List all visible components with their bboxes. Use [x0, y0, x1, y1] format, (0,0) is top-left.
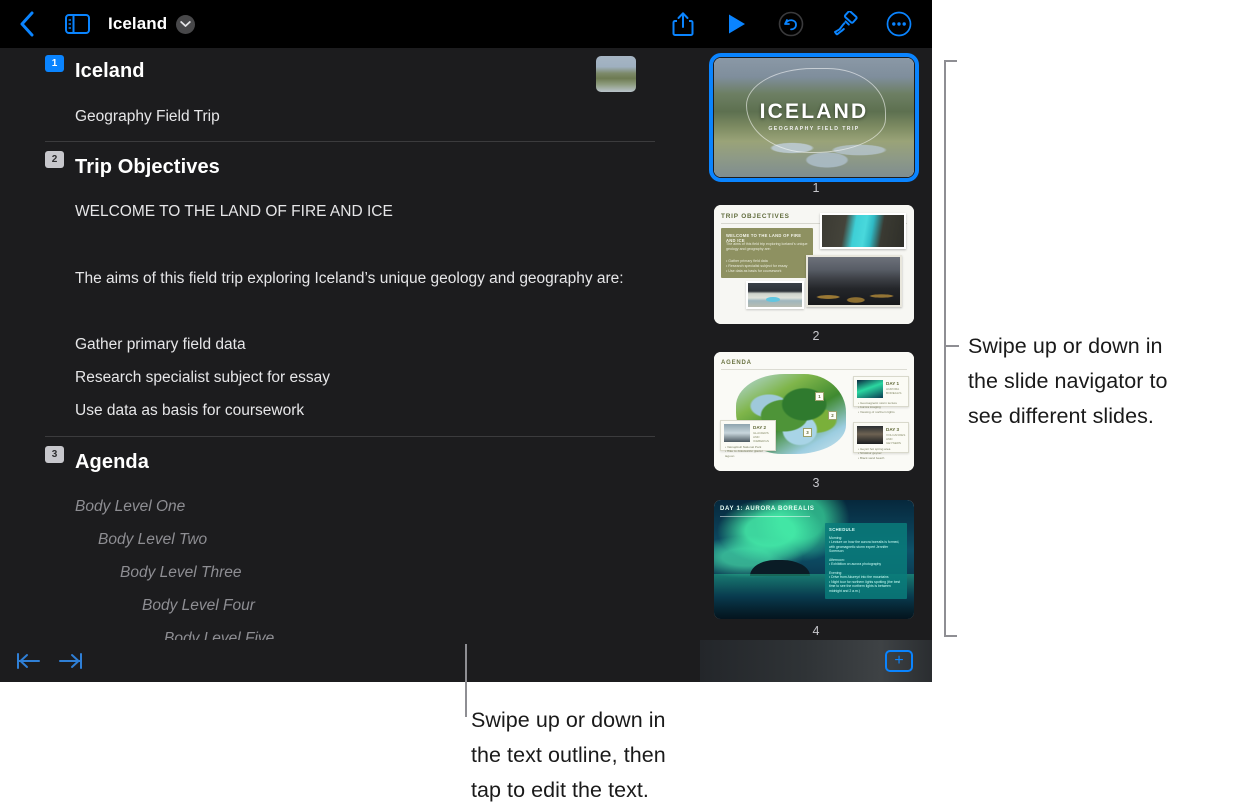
outline-body-2-0[interactable]: WELCOME TO THE LAND OF FIRE AND ICE	[75, 203, 393, 221]
slide-4-title: DAY 1: AURORA BOREALIS	[720, 506, 815, 512]
navigator-callout-text: Swipe up or down in the slide navigator …	[968, 334, 1168, 428]
outline-placeholder-2[interactable]: Body Level Two	[98, 531, 207, 549]
card-image-2	[724, 424, 750, 442]
undo-icon[interactable]	[772, 5, 810, 43]
navigator-number-4: 4	[812, 624, 820, 638]
map-pin-2: 2	[828, 411, 837, 420]
slide-2-text-block: WELCOME TO THE LAND OF FIRE AND ICE The …	[721, 228, 813, 278]
outline-body-2-3[interactable]: Research specialist subject for essay	[75, 369, 330, 387]
outline-slide-title-1[interactable]: Iceland	[75, 60, 145, 83]
outdent-icon[interactable]	[14, 648, 44, 674]
navigator-slide-3[interactable]: AGENDA 1 2 3 DAY 1 AURORA BOREALIS • Geo…	[714, 352, 914, 471]
add-slide-button[interactable]: +	[885, 650, 913, 672]
outline-callout-leader-line	[465, 644, 467, 717]
toolbar-right-group	[664, 0, 918, 48]
bracket-tick-bottom	[944, 635, 957, 637]
navigator-slide-4[interactable]: DAY 1: AURORA BOREALIS SCHEDULE Morning:…	[714, 500, 914, 619]
navigator-number-3: 3	[812, 476, 820, 490]
gold-grass	[808, 284, 900, 305]
paintbrush-icon[interactable]	[826, 5, 864, 43]
slide-1-artwork: ICELAND GEOGRAPHY FIELD TRIP	[714, 58, 914, 177]
slide-2-photo-lagoon	[820, 213, 906, 249]
slide-4-rule	[720, 516, 810, 517]
card-list-1: • Geomagnetic storm lecture • Aurora ima…	[858, 401, 898, 414]
outline-slide-badge-3[interactable]: 3	[45, 446, 64, 463]
navigator-number-2: 2	[812, 329, 820, 343]
slide-3-title: AGENDA	[721, 360, 752, 366]
schedule-morning: Morning: • Lecture on how the aurora bor…	[829, 536, 900, 554]
slide-3-artwork: AGENDA 1 2 3 DAY 1 AURORA BOREALIS • Geo…	[714, 352, 914, 471]
outline-callout-text: Swipe up or down in the text outline, th…	[471, 708, 666, 802]
text-outline-pane[interactable]: 1 Iceland Geography Field Trip 2 Trip Ob…	[0, 48, 700, 640]
slide-2-photo-geothermal	[746, 281, 804, 309]
card-day-2: DAY 2	[753, 425, 767, 430]
navigator-callout-bracket	[944, 60, 959, 637]
slide-2-photo-mountain	[806, 255, 902, 307]
outline-divider-1	[45, 141, 655, 142]
slide-2-block-list: • Gather primary field data • Research s…	[726, 259, 788, 274]
schedule-evening: Evening: • Drive from Akureyri into the …	[829, 571, 901, 593]
more-ellipsis-icon[interactable]	[880, 5, 918, 43]
card-list-3: • Geysir hot spring area • Strokkur geys…	[858, 447, 891, 460]
slide-4-schedule-box: SCHEDULE Morning: • Lecture on how the a…	[825, 523, 907, 599]
share-icon[interactable]	[664, 5, 702, 43]
sidebar-icon[interactable]	[58, 5, 96, 43]
keynote-app-window: Iceland 1 Iceland Geography Field Trip 2…	[0, 0, 932, 682]
slide-2-artwork: TRIP OBJECTIVES WELCOME TO THE LAND OF F…	[714, 205, 914, 324]
navigator-slide-2[interactable]: TRIP OBJECTIVES WELCOME TO THE LAND OF F…	[714, 205, 914, 324]
slide-2-title: TRIP OBJECTIVES	[721, 213, 790, 220]
map-pin-3: 3	[803, 428, 812, 437]
indent-icon[interactable]	[55, 648, 85, 674]
bracket-tick-top	[944, 60, 957, 62]
chevron-down-icon[interactable]	[176, 14, 196, 34]
card-day-3: DAY 3	[886, 427, 900, 432]
outline-slide-title-2[interactable]: Trip Objectives	[75, 156, 220, 179]
slide-3-rule	[721, 369, 907, 370]
navigator-slide-1[interactable]: ICELAND GEOGRAPHY FIELD TRIP	[709, 53, 919, 182]
outline-body-2-2[interactable]: Gather primary field data	[75, 336, 246, 354]
navigator-number-1: 1	[812, 181, 820, 195]
slide-3-card-day3: DAY 3 VOLCANOES AND GEYSERS • Geysir hot…	[853, 422, 909, 460]
back-chevron-icon[interactable]	[8, 5, 46, 43]
outline-body-1-0[interactable]: Geography Field Trip	[75, 108, 220, 126]
outline-placeholder-5[interactable]: Body Level Five	[164, 630, 274, 640]
outline-slide-badge-2[interactable]: 2	[45, 151, 64, 168]
card-sub-3: VOLCANOES AND GEYSERS	[886, 433, 906, 445]
bracket-tick-middle	[946, 345, 959, 347]
slide-navigator[interactable]: ICELAND GEOGRAPHY FIELD TRIP 1 TRIP OBJE…	[700, 48, 932, 640]
card-image-1	[857, 380, 883, 398]
outline-slide-thumbnail-1	[596, 56, 636, 92]
slide-3-card-day2: DAY 2 GLACIERS AND ICEBERGS • Vatnajökul…	[720, 420, 776, 458]
card-list-2: • Vatnajökull National Park • Hike to Jö…	[725, 445, 764, 458]
outline-slide-title-3[interactable]: Agenda	[75, 451, 149, 474]
bracket-vertical-line	[944, 60, 946, 637]
outline-placeholder-3[interactable]: Body Level Three	[120, 564, 242, 582]
slide-3-card-day1: DAY 1 AURORA BOREALIS • Geomagnetic stor…	[853, 376, 909, 414]
slide-4-artwork: DAY 1: AURORA BOREALIS SCHEDULE Morning:…	[714, 500, 914, 619]
card-image-3	[857, 426, 883, 444]
toolbar-left-group: Iceland	[0, 5, 196, 43]
schedule-title: SCHEDULE	[829, 527, 856, 532]
hot-pool	[766, 296, 781, 303]
outline-slide-badge-1[interactable]: 1	[45, 55, 64, 72]
outline-body-2-4[interactable]: Use data as basis for coursework	[75, 402, 304, 420]
card-sub-2: GLACIERS AND ICEBERGS	[753, 431, 769, 443]
document-title[interactable]: Iceland	[108, 14, 167, 34]
outline-placeholder-4[interactable]: Body Level Four	[142, 597, 255, 615]
outline-body-2-1[interactable]: The aims of this field trip exploring Ic…	[75, 270, 624, 288]
outline-divider-2	[45, 436, 655, 437]
top-toolbar: Iceland	[0, 0, 932, 48]
slide-2-block-para: The aims of this field trip exploring Ic…	[726, 242, 808, 251]
slide-1-title: ICELAND	[759, 99, 869, 123]
play-icon[interactable]	[718, 5, 756, 43]
card-day-1: DAY 1	[886, 381, 900, 386]
map-pin-1: 1	[815, 392, 824, 401]
slide-1-subtitle: GEOGRAPHY FIELD TRIP	[768, 125, 860, 132]
card-sub-1: AURORA BOREALIS	[886, 387, 902, 395]
screen: Iceland 1 Iceland Geography Field Trip 2…	[0, 0, 1254, 812]
schedule-afternoon: Afternoon: • Exhibition on aurora photog…	[829, 558, 882, 567]
outline-placeholder-1[interactable]: Body Level One	[75, 498, 185, 516]
